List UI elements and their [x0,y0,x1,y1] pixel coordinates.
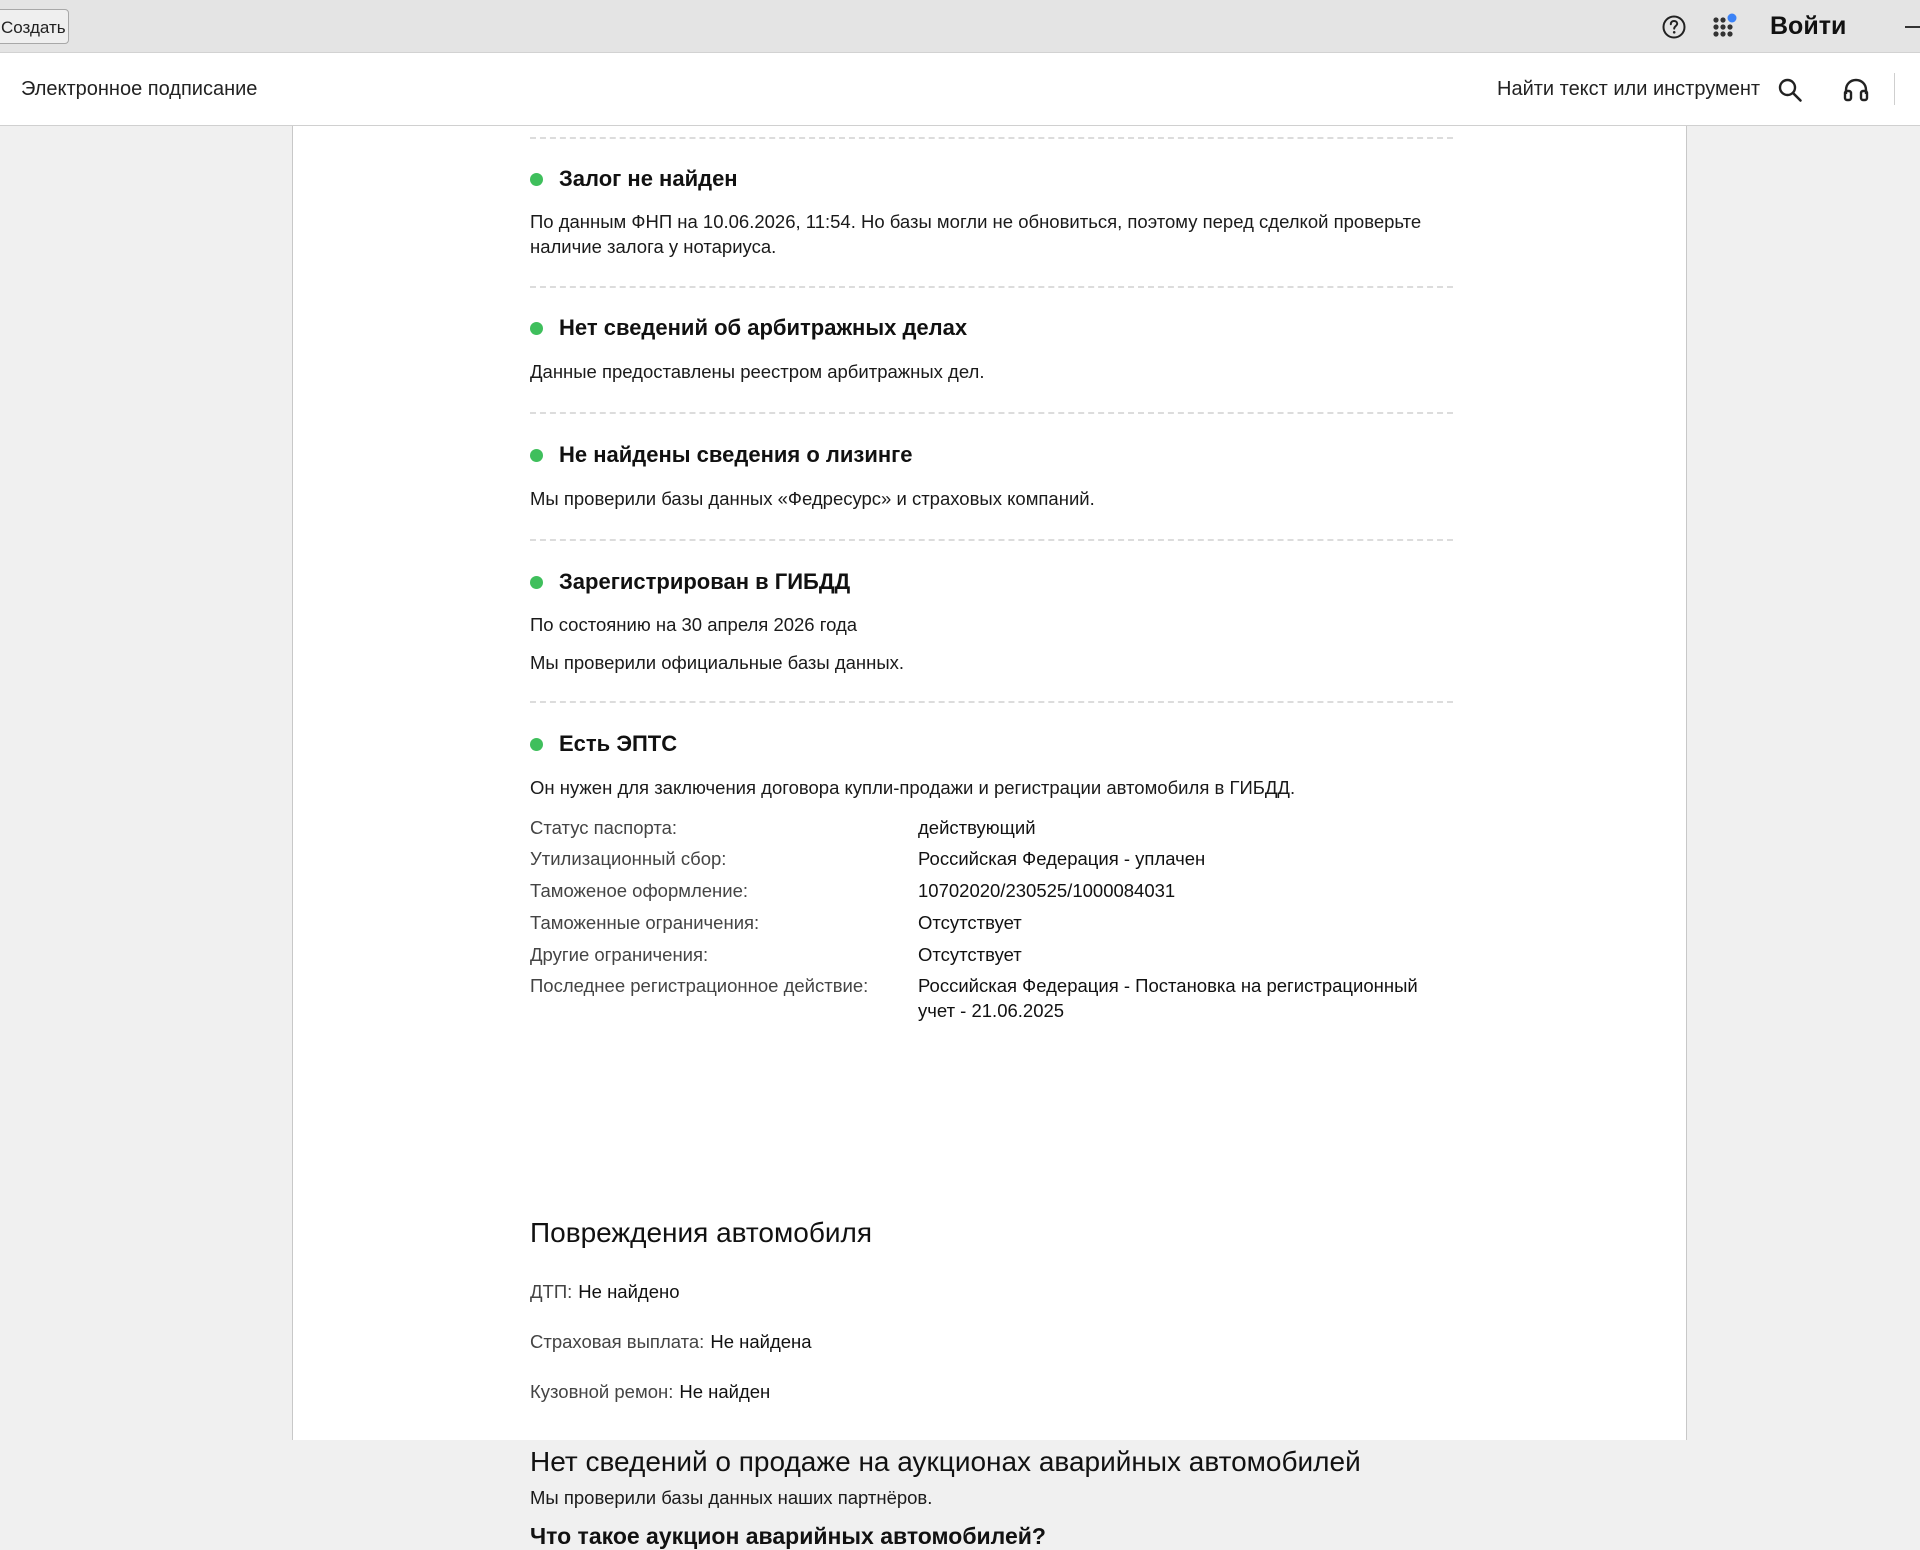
section-text-gibdd-sources: Мы проверили официальные базы данных. [530,652,905,673]
headset-icon[interactable] [1842,77,1870,103]
damage-label: Кузовной ремон: [530,1381,674,1402]
detail-value: Российская Федерация - Постановка на рег… [918,975,1418,1021]
status-ok-dot [530,449,543,462]
detail-value: Отсутствует [918,944,1022,965]
section-text-arbitration: Данные предоставлены реестром арбитражны… [530,361,985,382]
section-divider [530,701,1453,703]
damage-heading: Повреждения автомобиля [530,1217,873,1248]
document-page[interactable]: Залог не найден По данным ФНП на 10.06.2… [292,126,1687,1549]
section-divider [530,286,1453,288]
damage-value: Не найдено [578,1281,680,1302]
section-text-pledge: По данным ФНП на 10.06.2026, 11:54. Но б… [530,211,1422,257]
detail-value: Отсутствует [918,912,1022,933]
detail-value: Российская Федерация - уплачен [918,848,1206,869]
detail-label: Утилизационный сбор: [530,848,727,869]
status-ok-dot [530,322,543,335]
auction-text: Мы проверили базы данных наших партнёров… [530,1487,933,1508]
damage-value: Не найдена [710,1331,812,1352]
create-button[interactable]: Создать [0,9,69,44]
status-ok-dot [530,173,543,186]
detail-label: Другие ограничения: [530,944,709,965]
section-title-arbitration: Нет сведений об арбитражных делах [530,315,967,341]
section-title-pledge: Залог не найден [530,166,738,192]
status-ok-dot [530,738,543,751]
section-title-leasing: Не найдены сведения о лизинге [530,442,913,468]
damage-item-insurance: Страховая выплата: Не найдена [530,1331,812,1353]
detail-value: 10702020/230525/1000084031 [918,880,1176,901]
app-title: Электронное подписание [21,78,258,100]
section-text-epts: Он нужен для заключения договора купли-п… [530,777,1296,798]
search-tool-label[interactable]: Найти текст или инструмент [1497,78,1760,101]
section-title-epts: Есть ЭПТС [530,731,677,757]
question-circle-icon[interactable] [1661,14,1687,40]
section-divider [530,137,1453,139]
detail-label: Статус паспорта: [530,817,678,838]
detail-label: Таможеное оформление: [530,880,749,901]
section-text-gibdd-date: По состоянию на 30 апреля 2026 года [530,614,858,635]
detail-label: Последнее регистрационное действие: [530,975,869,996]
damage-item-bodywork: Кузовной ремон: Не найден [530,1381,770,1403]
status-ok-dot [530,576,543,589]
top-bar: Создать Войти [0,0,1920,53]
detail-label: Таможенные ограничения: [530,912,760,933]
app-toolbar: Электронное подписание Найти текст или и… [0,53,1920,126]
section-title-gibdd: Зарегистрирован в ГИБДД [530,569,850,595]
detail-value: действующий [918,817,1036,838]
damage-item-accident: ДТП: Не найдено [530,1281,680,1303]
minimize-icon[interactable] [1905,26,1920,28]
login-button[interactable]: Войти [1770,12,1846,41]
auction-heading: Нет сведений о продаже на аукционах авар… [530,1446,1361,1477]
toolbar-divider [1894,73,1895,105]
damage-label: ДТП: [530,1281,573,1302]
damage-label: Страховая выплата: [530,1331,705,1352]
section-divider [530,412,1453,414]
apps-grid-icon[interactable] [1711,13,1741,43]
search-icon[interactable] [1777,77,1803,103]
auction-question[interactable]: Что такое аукцион аварийных автомобилей? [530,1523,1046,1550]
section-divider [530,539,1453,541]
section-text-leasing: Мы проверили базы данных «Федресурс» и с… [530,488,1095,509]
damage-value: Не найден [679,1381,771,1402]
